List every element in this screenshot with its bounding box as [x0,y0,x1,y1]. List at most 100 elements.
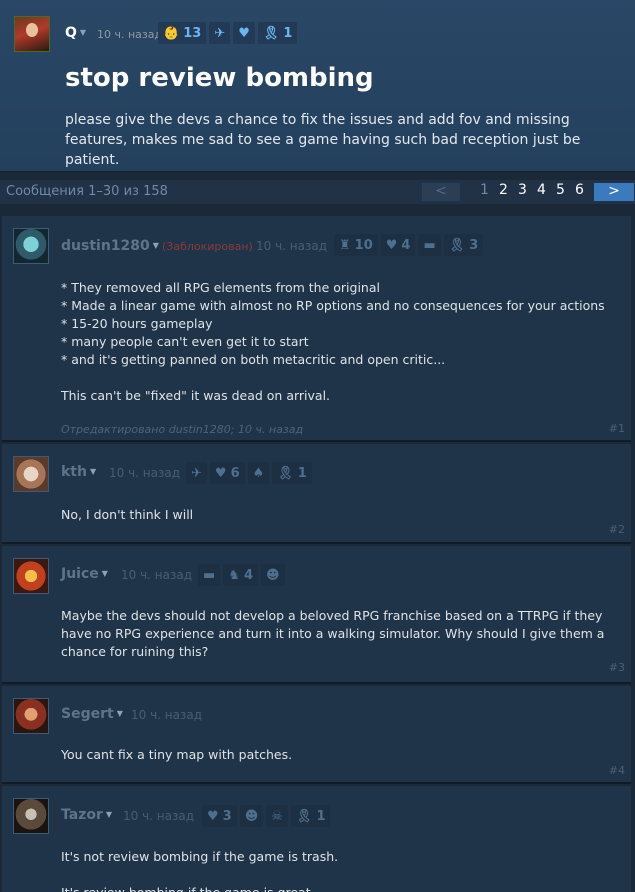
baby-face-icon: 👶 [163,25,180,41]
award-count: 1 [316,808,326,824]
award-count: 1 [297,465,307,481]
chevron-down-icon[interactable]: ▼ [80,28,86,37]
commenter-name[interactable]: Juice ▼ [61,566,108,582]
commenter-avatar[interactable] [13,228,49,264]
commenter-name-text[interactable]: Juice [61,566,99,582]
chevron-down-icon[interactable]: ▼ [153,241,159,250]
page-link[interactable]: 6 [570,182,589,198]
commenter-name[interactable]: Segert ▼ [61,706,123,722]
pistol-icon: ▬ [203,567,216,583]
prev-page-button[interactable]: < [422,183,460,201]
heart-hands-icon: ♥ [207,808,219,824]
award-badge[interactable]: ☻ [239,805,264,827]
award-badge[interactable]: ☠ [266,805,288,827]
comment-time: 10 ч. назад [121,568,193,582]
ribbon-icon: 🎗 [262,25,280,41]
award-badge[interactable]: ♥ 6 [209,462,245,484]
topic-body: please give the devs a chance to fix the… [65,112,581,168]
award-badge[interactable]: ▬ [418,234,441,256]
award-badge[interactable]: ♜ 10 [334,234,378,256]
mask-icon: ☠ [271,808,283,824]
award-count: 10 [354,237,373,253]
award-badge[interactable]: 🎗 1 [257,22,298,44]
boot-icon: ♞ [228,567,240,583]
award-badge[interactable]: 🎗 1 [290,805,331,827]
chevron-down-icon[interactable]: ▼ [102,569,108,578]
award-badge[interactable]: ♥ 4 [380,234,416,256]
award-count: 13 [183,25,202,41]
comment-text: You cant fix a tiny map with patches. [61,747,293,762]
award-badge[interactable]: 🎗 1 [272,462,312,484]
commenter-avatar[interactable] [13,798,49,834]
heart-crowd-icon: ♥ [214,465,227,481]
award-badge[interactable]: ♥ 3 [202,805,237,827]
awards-bar: ♥ 3 ☻ ☠ 🎗 1 [202,805,331,827]
comment-time: 10 ч. назад [131,708,203,722]
comment-time: 10 ч. назад [256,239,328,253]
page-link[interactable]: 4 [532,182,551,198]
commenter-avatar[interactable] [13,558,49,594]
heart-hands-icon: ♥ [385,237,398,253]
page-list: 1 2 3 4 5 6 [475,182,589,198]
blocked-label: (Заблокирован) [162,240,253,253]
comment-text: It's not review bombing if the game is t… [61,849,339,892]
commenter-name-text[interactable]: kth [61,464,87,480]
author-name[interactable]: Q ▼ [65,25,86,41]
award-badge[interactable]: ♥ [233,22,255,44]
comment-number[interactable]: #3 [609,661,625,674]
chevron-down-icon[interactable]: ▼ [117,709,123,718]
next-page-button[interactable]: > [594,183,634,201]
award-badge[interactable]: ☻ [261,564,285,586]
ribbon-icon: 🎗 [448,237,466,253]
post-time: 10 ч. назад [97,28,163,41]
commenter-name[interactable]: kth ▼ [61,464,96,480]
commenter-avatar[interactable] [13,698,49,734]
comment-text: No, I don't think I will [61,507,194,522]
commenter-name[interactable]: dustin1280 ▼ [61,238,159,254]
award-count: 3 [469,237,479,253]
page-link: 1 [480,182,489,198]
award-badge[interactable]: 👶 13 [158,22,207,44]
commenter-name-text[interactable]: Segert [61,706,114,722]
award-badge[interactable]: ♞ 4 [223,564,258,586]
award-count: 3 [222,808,232,824]
awards-bar: ✈ ♥ 6 ♠ 🎗 1 [186,462,312,484]
award-badge[interactable]: ♠ [247,462,270,484]
wings-icon: ✈ [191,465,202,481]
page-link[interactable]: 5 [551,182,570,198]
commenter-name-text[interactable]: dustin1280 [61,238,150,254]
author-avatar[interactable] [14,16,50,52]
pistol-icon: ▬ [423,237,436,253]
comment-time: 10 ч. назад [123,809,195,823]
page-link[interactable]: 3 [513,182,532,198]
author-name-text[interactable]: Q [65,25,77,41]
chevron-down-icon[interactable]: ▼ [90,467,96,476]
paging-bar: Сообщения 1–30 из 158 < 1 2 3 4 5 6 > [0,180,635,204]
award-badge[interactable]: 🎗 3 [443,234,484,256]
thumb-icon: ♠ [252,465,265,481]
comment-number[interactable]: #4 [609,764,625,777]
award-badge[interactable]: ✈ [186,462,207,484]
awards-bar: 👶 13 ✈ ♥ 🎗 1 [158,22,298,44]
comment-number[interactable]: #1 [609,422,625,435]
comment-number[interactable]: #2 [609,523,625,536]
comment: Segert ▼ 10 ч. назад You cant fix a tiny … [2,686,631,784]
award-badge[interactable]: ✈ [209,22,231,44]
award-badge[interactable]: ▬ [198,564,221,586]
chevron-down-icon[interactable]: ▼ [106,810,112,819]
topic-header: Q ▼ 10 ч. назад 👶 13 ✈ ♥ 🎗 1 stop review bombi… [0,0,635,172]
awards-bar: ♜ 10 ♥ 4 ▬ 🎗 3 [334,234,484,256]
comment: dustin1280 ▼ (Заблокирован) 10 ч. назад ♜… [2,216,631,442]
commenter-name[interactable]: Tazor ▼ [61,807,112,823]
edited-note: Отредактировано dustin1280; 10 ч. назад [61,423,304,436]
comment: Juice ▼ 10 ч. назад ▬ ♞ 4 ☻ Maybe the devs s… [2,546,631,684]
comment-text: Maybe the devs should not develop a belo… [61,608,605,659]
page-link[interactable]: 2 [494,182,513,198]
comment-time: 10 ч. назад [109,466,181,480]
commenter-name-text[interactable]: Tazor [61,807,103,823]
post-count: Сообщения 1–30 из 158 [6,184,168,199]
baby-face-icon: ☻ [244,808,259,824]
baby-face-icon: ☻ [266,567,280,583]
commenter-avatar[interactable] [13,456,49,492]
award-count: 1 [283,25,293,41]
